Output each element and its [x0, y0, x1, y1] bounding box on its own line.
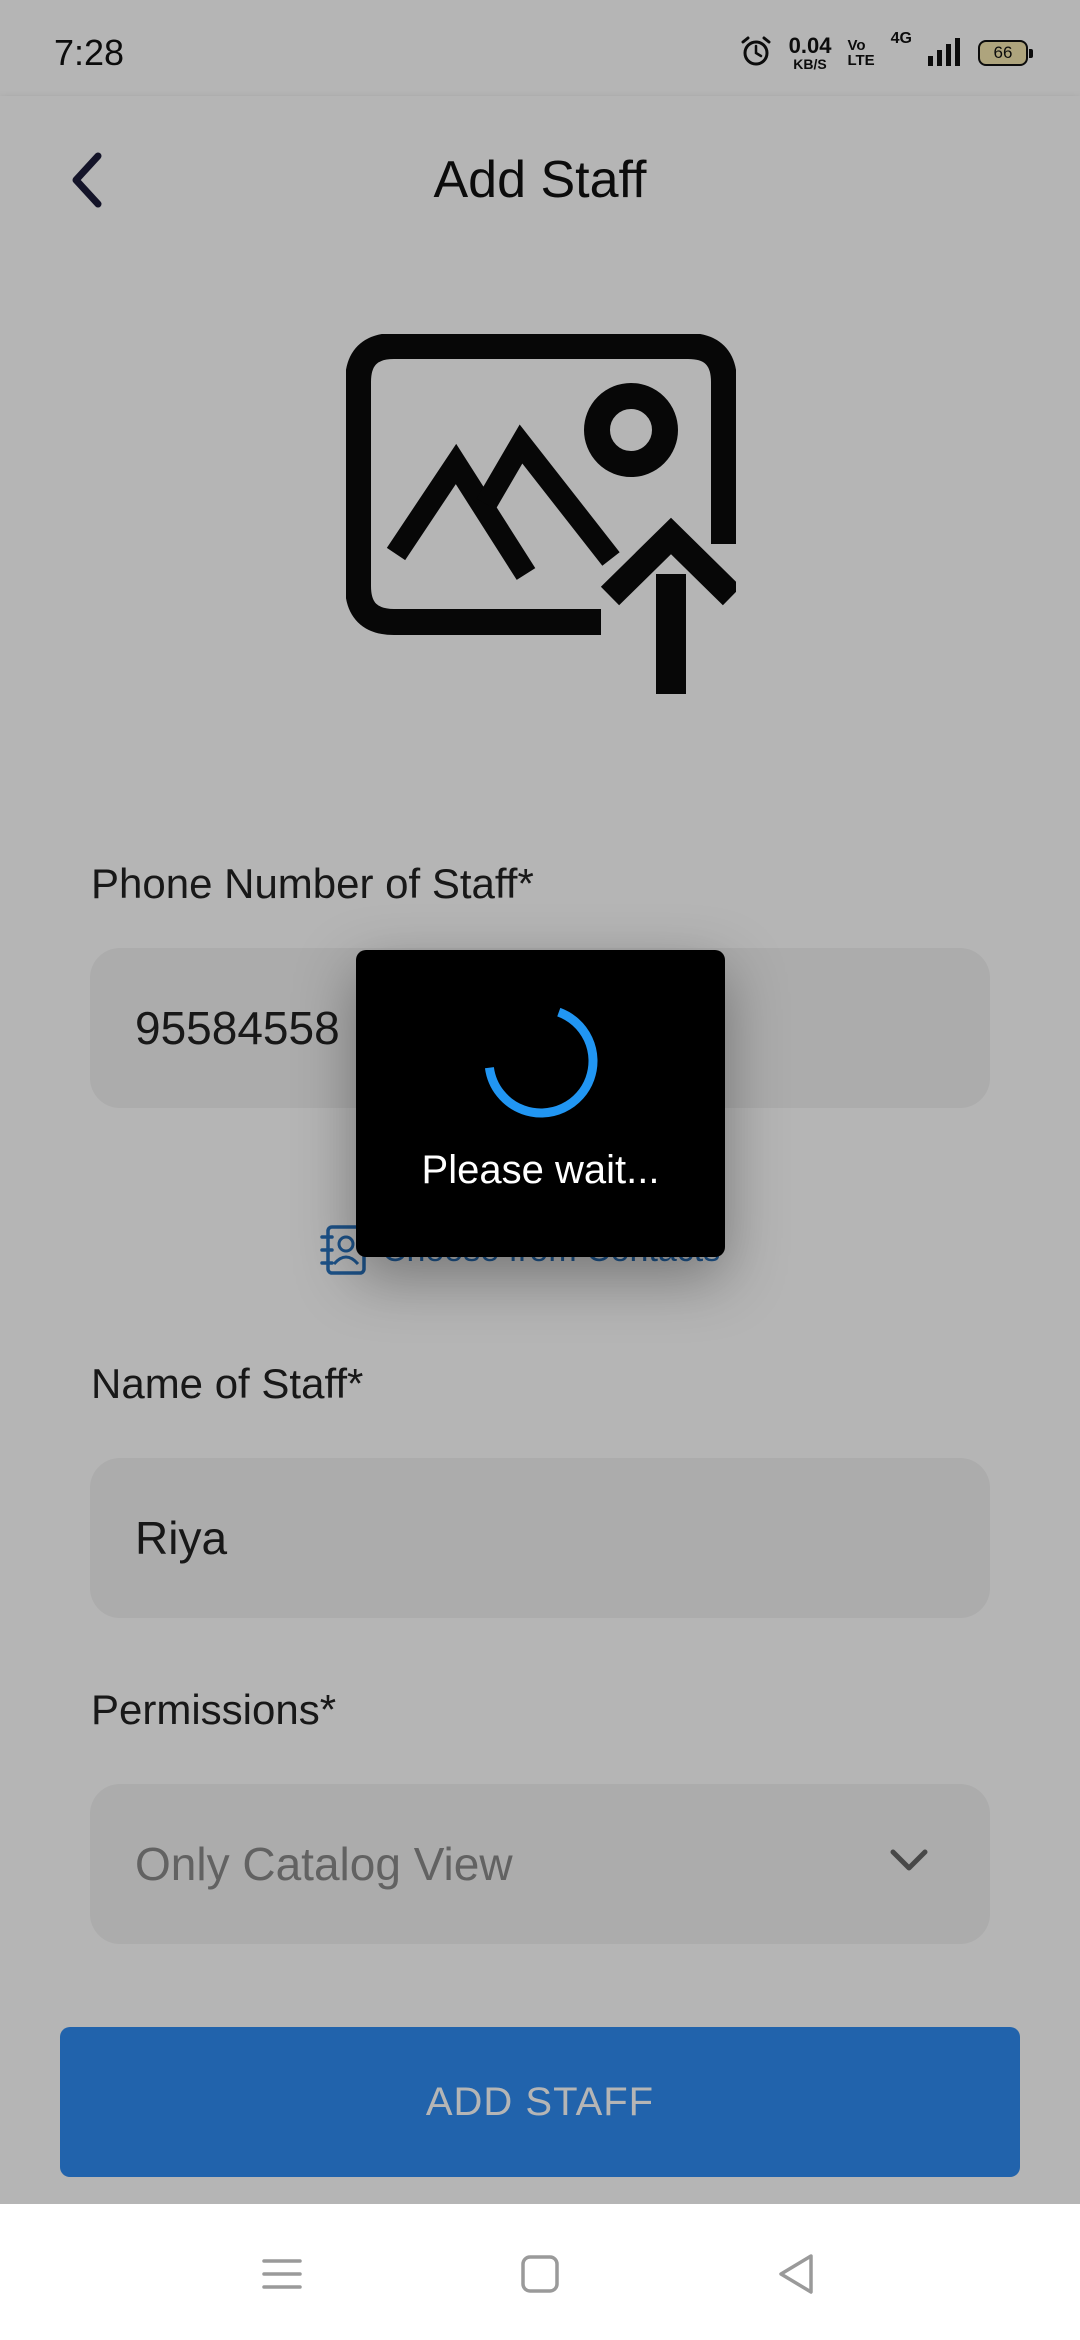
loading-spinner-icon — [484, 1004, 597, 1118]
triangle-back-icon — [779, 2254, 813, 2294]
loading-dialog: Please wait... — [356, 950, 725, 1257]
nav-back-button[interactable] — [768, 2246, 824, 2302]
menu-icon — [262, 2259, 302, 2289]
loading-message: Please wait... — [421, 1148, 660, 1192]
system-nav-bar — [0, 2204, 1080, 2340]
nav-home-button[interactable] — [512, 2246, 568, 2302]
screen: 7:28 0.04 KB/S Vo LTE 4G 66 Add Staff Ph… — [0, 0, 1080, 2340]
square-icon — [521, 2255, 559, 2293]
nav-menu-button[interactable] — [254, 2246, 310, 2302]
